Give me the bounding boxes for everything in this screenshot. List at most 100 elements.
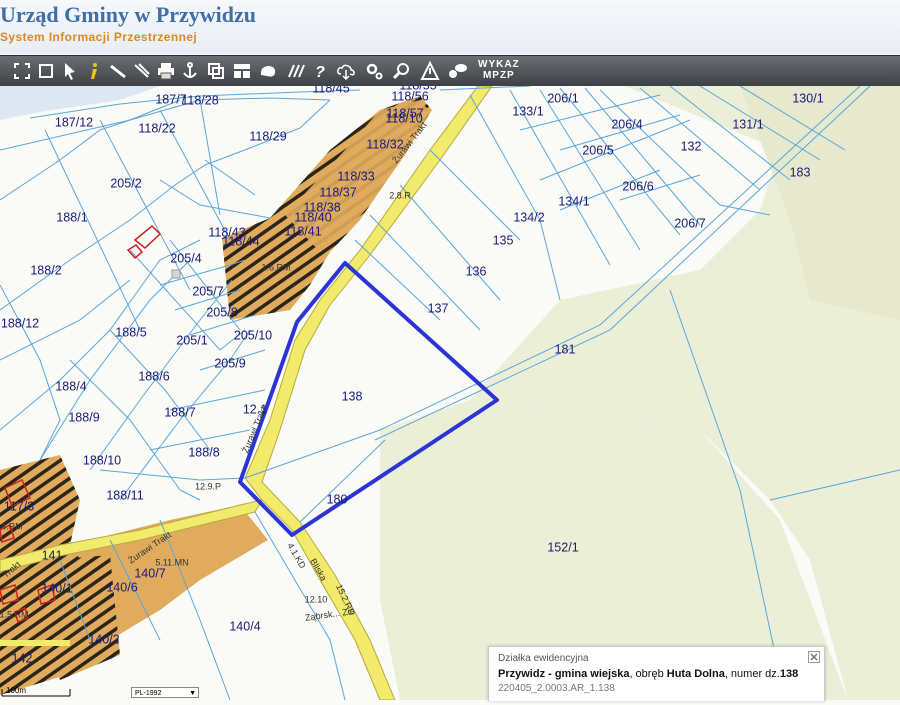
parcel-label: 142 [12,651,33,665]
parcel-label: 140/2 [88,632,119,646]
parcel-label: 12.9.P [195,481,221,491]
pointer-icon[interactable] [58,59,82,83]
parcel-label: 188/4 [55,379,86,393]
parcel-label: 188/7 [164,405,195,419]
parcel-label: 1.6.RM [261,262,290,272]
parcel-label: 133/1 [512,104,543,118]
parcel-label: 188/6 [138,369,169,383]
parcel-label: 206/4 [611,117,642,131]
parcel-label: 117/3 [4,499,34,513]
info-icon[interactable] [82,59,106,83]
parcel-label: 12.10 [305,594,328,604]
parcel-label: 136 [466,264,487,278]
parcel-label: 1.5.RM [0,609,29,619]
parcel-label: 181 [555,342,576,356]
parcel-label: 187/12 [55,115,93,129]
parcel-label: 137 [428,301,449,315]
parcel-label: 140/6 [106,580,137,594]
parcel-label: 188/12 [1,316,39,330]
parcel-label: 5.11.MN [155,557,188,567]
mpzp-label: MPZP [482,70,515,81]
parcel-label: 188/1 [56,210,87,224]
popup-title: Działka ewidencyjna [498,653,589,664]
parcel-label: 134/2 [513,210,544,224]
anchor-icon[interactable] [178,59,202,83]
popup-location-line: Przywidz - gmina wiejska, obręb Huta Dol… [498,668,799,680]
parcel-info-popup: Działka ewidencyjna Przywidz - gmina wie… [488,646,825,701]
crs-select[interactable]: PL-1992 ▼ [131,687,199,698]
parcel-label: 118/45 [312,86,349,95]
parcel-label: 183 [790,165,811,179]
help-icon[interactable]: ? [308,59,332,83]
parcel-label: 131/1 [732,117,763,131]
measure-area-icon[interactable] [130,59,154,83]
svg-text:?: ? [315,64,325,81]
parcel-label: 206/1 [547,91,578,105]
close-icon[interactable] [808,650,820,663]
parcel-label: 140/1 [41,581,72,595]
layout-icon[interactable] [230,59,254,83]
parcel-label: 118/28 [181,93,218,107]
measure-distance-icon[interactable] [106,59,130,83]
popup-parcel-id: 220405_2.0003.AR_1.138 [498,683,615,694]
parcel-label: 2.8.R [389,190,411,200]
parcel-label: 205/4 [170,251,201,265]
parcel-label: 118/22 [138,121,175,135]
cloud-download-icon[interactable] [334,59,358,83]
popup-number: 138 [779,668,799,680]
parcel-label: 205/7 [192,284,223,298]
parcel-label: 188/9 [68,410,99,424]
parcel-label: 132 [681,139,702,153]
scale-label: 100m [6,686,27,695]
parcel-label: 140/7 [134,566,165,580]
zoom-window-icon[interactable] [34,59,58,83]
parcel-label: 130/1 [792,91,823,105]
parcel-label: 138 [342,389,363,403]
warning-icon[interactable] [418,59,442,83]
parcel-label: 188/2 [30,263,61,277]
popup-precinct: Huta Dolna [666,668,725,680]
parcel-label: 118/33 [337,169,374,183]
parcel-label: 188/5 [115,325,146,339]
popup-location: Przywidz - gmina wiejska [498,668,630,680]
parcel-label: 188/10 [83,453,121,467]
zoom-extent-icon[interactable] [10,59,34,83]
parcel-label: 205/2 [110,176,141,190]
parcel-label: 205/9 [214,356,245,370]
map-view[interactable]: 187/7118/28118/45118/56118/55133/1206/11… [0,78,900,701]
comment-icon[interactable] [446,59,470,83]
wykaz-mpzp-button[interactable]: WYKAZ MPZP [478,59,520,81]
parcel-label: 206/5 [582,143,613,157]
parcel-label: 118/41 [284,224,321,238]
parcel-label: 205/1 [176,333,207,347]
parcel-label: 118/29 [249,129,286,143]
parcel-label: 118/44 [222,234,259,248]
parcel-label: 140/4 [229,619,260,633]
parcel-label: 141 [42,548,63,562]
parcel-label: 135 [493,233,514,247]
settings-icon[interactable] [362,59,386,83]
parcel-label: 206/6 [622,179,653,193]
app-header: Urząd Gminy w Przywidzu System Informacj… [0,0,900,54]
app-subtitle: System Informacji Przestrzennej [0,30,198,44]
search-icon[interactable] [390,59,414,83]
parcel-label: 188/11 [106,488,143,502]
hatch-icon[interactable] [284,59,308,83]
parcel-label: 152/1 [547,540,578,554]
parcel-label: 205/8 [206,305,237,319]
parcel-label: 134/1 [558,194,589,208]
chevron-down-icon: ▼ [189,690,196,697]
wykaz-label: WYKAZ [478,59,520,70]
parcel-label: 188/8 [188,445,219,459]
parcel-label: 118/37 [319,185,356,199]
layers-icon[interactable] [204,59,228,83]
cloud-shape-icon[interactable] [256,59,280,83]
app-title: Urząd Gminy w Przywidzu [0,2,257,27]
parcel-label: 180 [327,492,348,506]
parcel-label: 4.RM [1,521,23,531]
print-icon[interactable] [154,59,178,83]
map-toolbar: ? WYKAZ MPZP [0,55,900,88]
parcel-label: 205/10 [234,328,272,342]
parcel-label: 206/7 [674,216,705,230]
parcel-label: 118/55 [399,86,436,92]
